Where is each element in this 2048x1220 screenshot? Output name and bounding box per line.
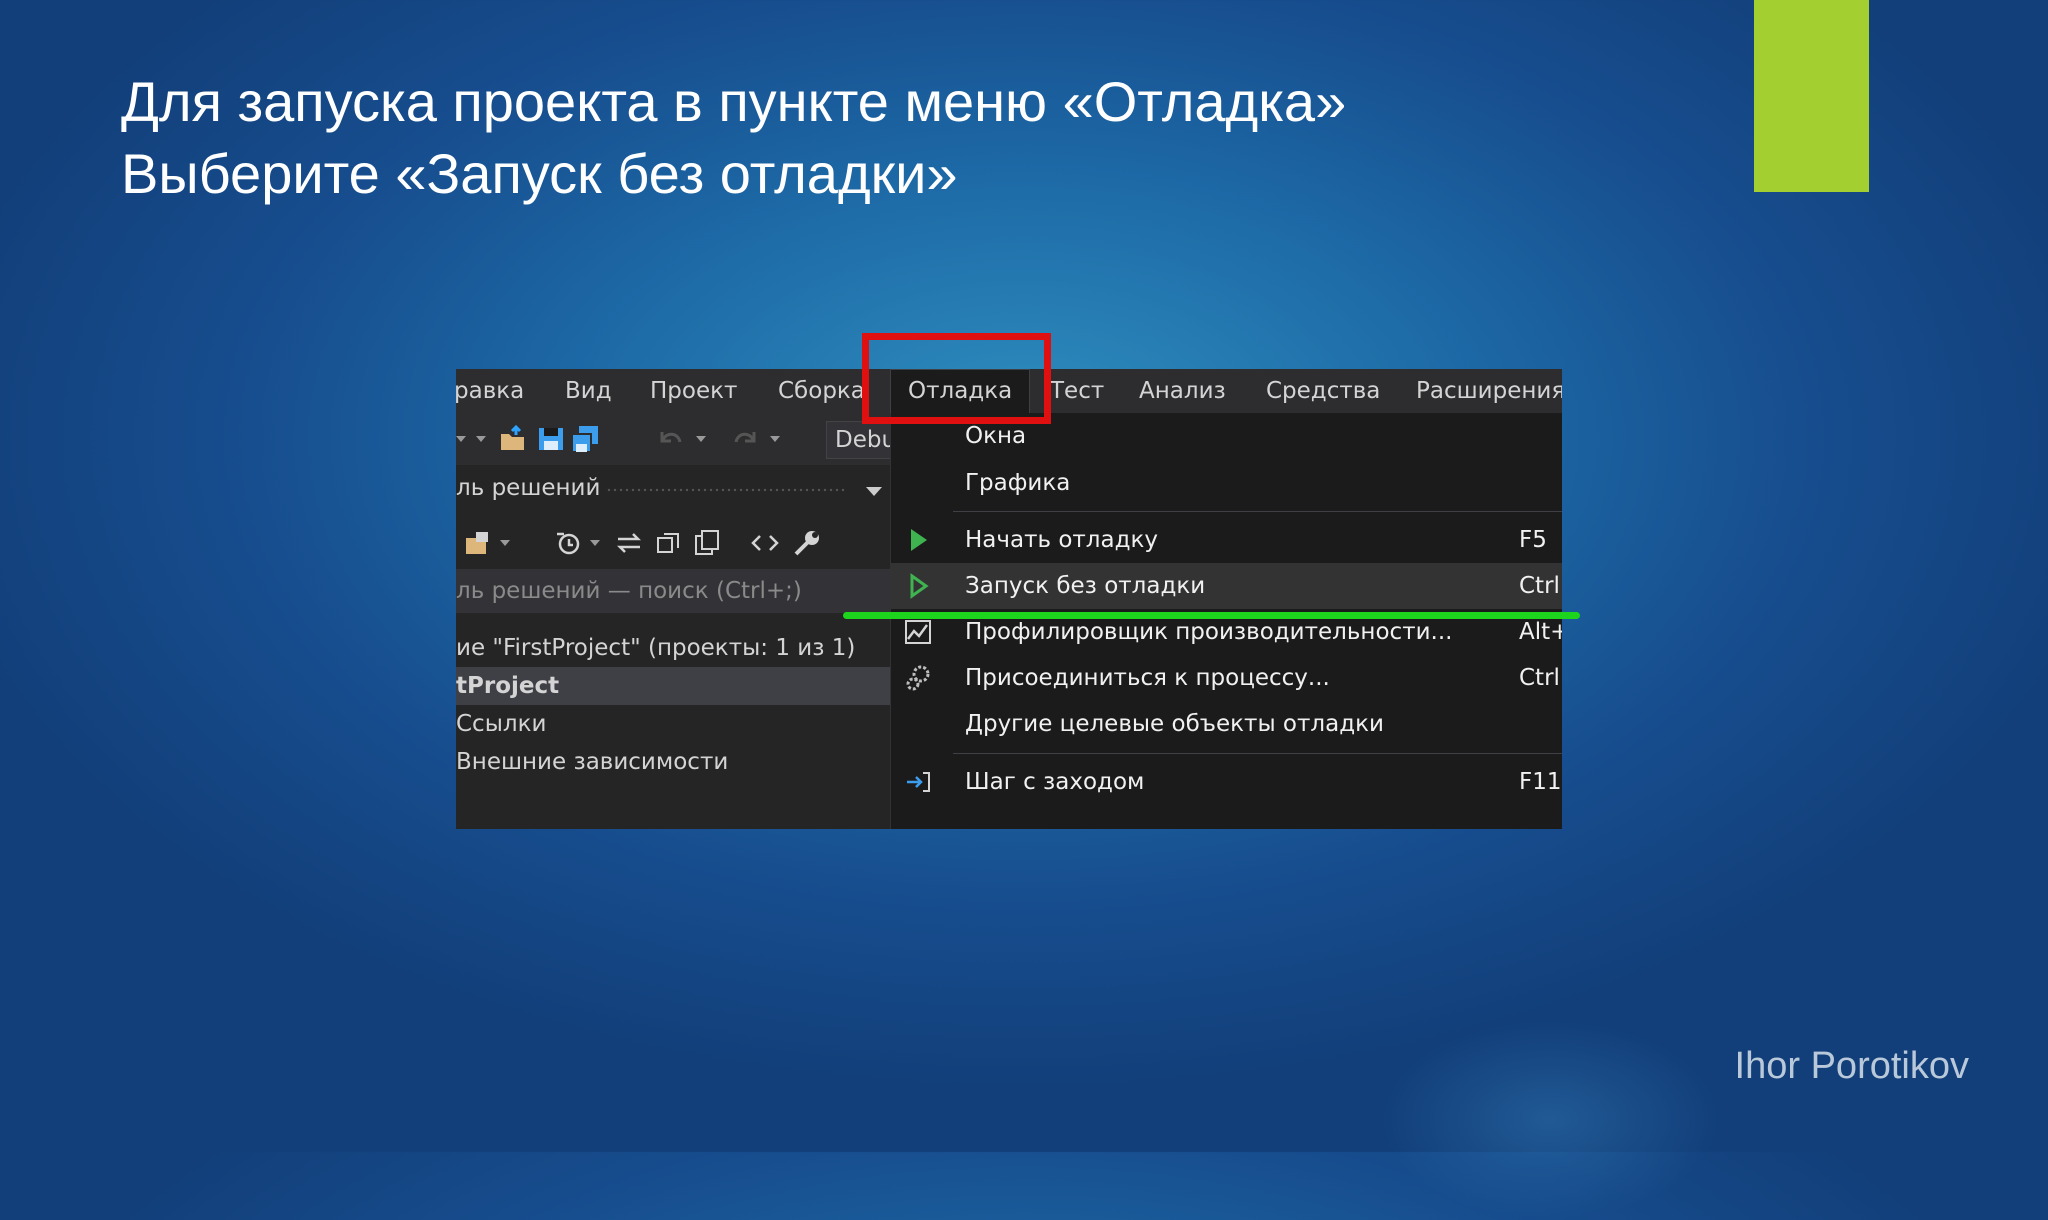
menu-item-label: Графика xyxy=(965,470,1071,496)
title-grip xyxy=(606,487,846,493)
tree-item-external-dependencies[interactable]: Внешние зависимости xyxy=(456,743,890,781)
tree-item-project[interactable]: tProject xyxy=(456,667,890,705)
slide-title-line-1: Для запуска проекта в пункте меню «Отлад… xyxy=(121,70,1347,133)
author-label: Ihor Porotikov xyxy=(1734,1045,1969,1087)
slide-title-line-2: Выберите «Запуск без отладки» xyxy=(121,142,958,205)
undo-dropdown-icon[interactable] xyxy=(696,436,706,442)
collapse-all-icon[interactable] xyxy=(654,528,684,558)
play-outline-icon xyxy=(910,573,929,599)
step-into-icon xyxy=(907,772,930,792)
highlight-box xyxy=(862,333,1051,424)
menu-item-other-debug-targets[interactable]: Другие целевые объекты отладки xyxy=(891,701,1562,747)
play-filled-icon xyxy=(911,529,927,551)
solution-search-input[interactable]: ль решений — поиск (Ctrl+;) xyxy=(456,569,890,613)
dropdown-icon[interactable] xyxy=(590,540,600,546)
menu-analyze[interactable]: Анализ xyxy=(1139,369,1226,413)
menu-item-shortcut: F5 xyxy=(1519,527,1547,553)
highlight-underline xyxy=(843,612,1580,619)
attach-process-icon xyxy=(906,665,930,691)
switch-views-icon[interactable] xyxy=(614,528,644,558)
dropdown-icon[interactable] xyxy=(476,436,486,442)
properties-wrench-icon[interactable] xyxy=(792,528,822,558)
solution-explorer-title: ль решений xyxy=(456,475,601,501)
menu-item-shortcut: Ctrl xyxy=(1519,573,1560,599)
menu-item-start-without-debugging[interactable]: Запуск без отладки Ctrl xyxy=(891,563,1562,609)
accent-bar xyxy=(1754,0,1869,192)
main-toolbar: Debu xyxy=(456,413,906,465)
menu-item-label: Шаг с заходом xyxy=(965,769,1145,795)
sync-icon[interactable] xyxy=(464,528,494,558)
menu-item-shortcut: Ctrl xyxy=(1519,665,1560,691)
code-view-icon[interactable] xyxy=(750,528,780,558)
slide-title: Для запуска проекта в пункте меню «Отлад… xyxy=(121,66,1346,210)
menu-view[interactable]: Вид xyxy=(565,369,612,413)
menu-item-start-debugging[interactable]: Начать отладку F5 xyxy=(891,517,1562,563)
history-icon[interactable] xyxy=(554,528,584,558)
menu-item-graphics[interactable]: Графика xyxy=(891,460,1562,506)
redo-dropdown-icon[interactable] xyxy=(770,436,780,442)
show-all-files-icon[interactable] xyxy=(692,528,722,558)
open-folder-icon[interactable] xyxy=(498,424,528,454)
tree-item-references[interactable]: Ссылки xyxy=(456,705,890,743)
tree-item-solution[interactable]: ие "FirstProject" (проекты: 1 из 1) xyxy=(456,629,890,667)
dropdown-icon[interactable] xyxy=(456,436,466,442)
solution-explorer-toolbar xyxy=(456,517,890,569)
menu-separator xyxy=(953,511,1562,512)
menu-item-label: Начать отладку xyxy=(965,527,1159,553)
menu-item-label: Запуск без отладки xyxy=(965,573,1206,599)
save-all-icon[interactable] xyxy=(570,424,600,454)
menu-item-label: Другие целевые объекты отладки xyxy=(965,711,1384,737)
performance-profiler-icon xyxy=(905,620,931,644)
menu-edit[interactable]: равка xyxy=(456,369,524,413)
redo-icon[interactable] xyxy=(730,424,760,454)
chevron-down-icon[interactable] xyxy=(866,487,882,496)
menu-item-attach-to-process[interactable]: Присоединиться к процессу... Ctrl xyxy=(891,655,1562,701)
dropdown-icon[interactable] xyxy=(500,540,510,546)
background-glow xyxy=(1380,1020,1720,1220)
save-icon[interactable] xyxy=(536,424,566,454)
vs-screenshot: равка Вид Проект Сборка Отладка Тест Ана… xyxy=(456,369,1562,829)
solution-explorer: ль решений ль решений — поиск (Ctrl+;) и… xyxy=(456,465,890,829)
menu-item-shortcut: F11 xyxy=(1519,769,1562,795)
menu-separator xyxy=(953,753,1562,754)
menu-item-label: Присоединиться к процессу... xyxy=(965,665,1330,691)
menu-project[interactable]: Проект xyxy=(650,369,737,413)
menu-build[interactable]: Сборка xyxy=(778,369,865,413)
debug-dropdown-menu: Окна Графика Начать отладку F5 Запуск бе… xyxy=(890,413,1562,829)
menu-extensions[interactable]: Расширения xyxy=(1416,369,1562,413)
undo-icon[interactable] xyxy=(656,424,686,454)
menu-test[interactable]: Тест xyxy=(1050,369,1104,413)
menu-item-step-into[interactable]: Шаг с заходом F11 xyxy=(891,759,1562,805)
menu-tools[interactable]: Средства xyxy=(1266,369,1380,413)
